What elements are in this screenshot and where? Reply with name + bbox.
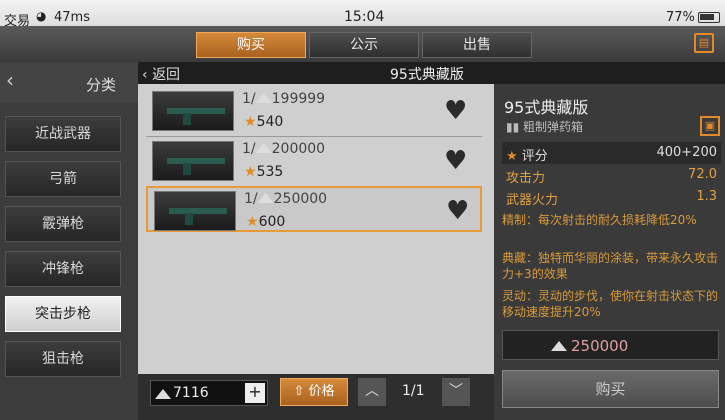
inventory-icon[interactable]: ▤ [694, 33, 714, 53]
coin-icon [255, 143, 272, 153]
category-sidebar: ‹ 分类 近战武器 弓箭 霰弹枪 冲锋枪 突击步枪 狙击枪 [0, 62, 138, 420]
sidebar-item-sniper[interactable]: 狙击枪 [5, 341, 121, 377]
sidebar-item-shotgun[interactable]: 霰弹枪 [5, 206, 121, 242]
coin-icon [257, 193, 274, 203]
page-up-button[interactable]: ︿ [358, 378, 386, 406]
desc-line: 精制：每次射击的耐久损耗降低20% [502, 213, 697, 227]
rating: ★600 [246, 214, 286, 230]
breadcrumb: ‹ 返回 95式典藏版 [138, 62, 725, 84]
quantity-price: 1/250000 [244, 191, 328, 207]
buy-button[interactable]: 购买 [502, 370, 719, 408]
sidebar-item-melee[interactable]: 近战武器 [5, 116, 121, 152]
tab-sell[interactable]: 出售 [422, 32, 532, 58]
star-icon: ★ [244, 164, 257, 180]
star-icon: ★ [244, 114, 257, 130]
heart-icon[interactable]: ♥ [446, 196, 469, 226]
heart-icon[interactable]: ♥ [444, 146, 467, 176]
detail-panel: 95式典藏版 ▮▮ 粗制弹药箱 ▣ ★ 评分 400+200 攻击力 72.0 武… [494, 84, 725, 420]
add-currency-button[interactable]: + [245, 383, 265, 403]
back-button[interactable]: ‹ 返回 [142, 64, 180, 84]
currency-balance: 7116 + [150, 380, 268, 406]
heart-icon[interactable]: ♥ [444, 96, 467, 126]
rating: ★535 [244, 164, 284, 180]
wifi-icon: ◕ [36, 9, 47, 23]
weapon-thumbnail [152, 141, 234, 181]
chevron-left-icon[interactable]: ‹ [6, 68, 14, 92]
top-tab-bar: 购买 公示 出售 [0, 26, 725, 62]
coin-icon [255, 93, 272, 103]
list-item[interactable]: 1/199999 ★540 ♥ [146, 88, 482, 134]
battery-icon [698, 12, 720, 23]
tab-announce[interactable]: 公示 [309, 32, 419, 58]
listing-list: 1/199999 ★540 ♥ 1/200000 ★535 ♥ 1/250000… [138, 84, 494, 374]
price-display: 250000 [502, 330, 719, 360]
list-footer: 7116 + ⇧ 价格 ︿ 1/1 ﹀ [138, 374, 494, 420]
star-icon: ★ [506, 149, 518, 164]
item-name: 95式典藏版 [504, 98, 589, 117]
item-type-icon[interactable]: ▣ [700, 116, 720, 136]
tab-buy[interactable]: 购买 [196, 32, 306, 58]
balance-value: 7116 [173, 385, 209, 401]
clock: 15:04 [344, 9, 385, 25]
star-icon: ★ [246, 214, 259, 230]
quantity-price: 1/200000 [242, 141, 326, 157]
sidebar-item-smg[interactable]: 冲锋枪 [5, 251, 121, 287]
coin-icon [155, 389, 171, 399]
stat-row: 攻击力 72.0 [506, 167, 717, 186]
desc-line: 典藏：独特而华丽的涂装，带来永久攻击力+3的效果 [502, 251, 719, 281]
sort-label: 价格 [308, 384, 335, 399]
rating: ★540 [244, 114, 284, 130]
stat-row: 武器火力 1.3 [506, 189, 717, 208]
item-subtitle: ▮▮ 粗制弹药箱 [506, 120, 584, 134]
sidebar-item-bow[interactable]: 弓箭 [5, 161, 121, 197]
quantity-price: 1/199999 [242, 91, 326, 107]
divider [146, 136, 482, 137]
page-indicator: 1/1 [402, 383, 425, 399]
sort-price-button[interactable]: ⇧ 价格 [280, 378, 348, 406]
page-title: 95式典藏版 [390, 67, 464, 83]
sidebar-header: ‹ 分类 [0, 62, 138, 102]
stat-row: ★ 评分 400+200 [502, 142, 721, 164]
sidebar-item-assault-rifle[interactable]: 突击步枪 [5, 296, 121, 332]
desc-line: 灵动：灵动的步伐，使你在射击状态下的移动速度提升20% [502, 289, 719, 318]
list-item[interactable]: 1/250000 ★600 ♥ [146, 186, 482, 232]
battery-percent: 77% [666, 10, 695, 25]
list-item[interactable]: 1/200000 ★535 ♥ [146, 138, 482, 184]
page-down-button[interactable]: ﹀ [442, 378, 470, 406]
weapon-thumbnail [154, 191, 236, 231]
weapon-thumbnail [152, 91, 234, 131]
sidebar-title: 分类 [86, 76, 117, 94]
coin-icon [551, 341, 567, 351]
back-label: 返回 [152, 67, 181, 83]
price-value: 250000 [571, 337, 629, 355]
latency-label: 47ms [54, 10, 90, 25]
